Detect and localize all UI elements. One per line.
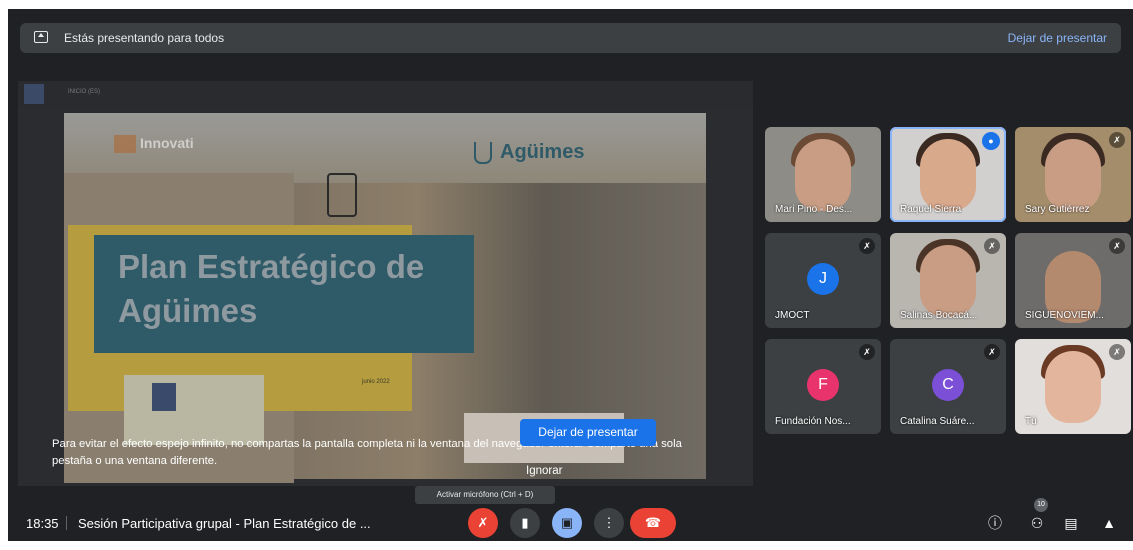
participant-tile[interactable]: ✗ J JMOCT	[765, 233, 881, 328]
mic-off-icon: ✗	[984, 344, 1000, 360]
street-lamp	[327, 173, 357, 217]
participant-name: SIGUENOVIEM...	[1025, 310, 1104, 321]
avatar: J	[807, 263, 839, 295]
mic-off-icon: ✗	[1109, 238, 1125, 254]
participant-tile[interactable]: ✗ Salinas Bocacá...	[890, 233, 1006, 328]
presenting-text: Estás presentando para todos	[64, 31, 225, 45]
participant-name: Catalina Suáre...	[900, 416, 975, 427]
participant-face	[1045, 139, 1101, 211]
ignore-button[interactable]: Ignorar	[526, 465, 562, 477]
participant-name: Salinas Bocacá...	[900, 310, 978, 321]
innovati-logo-text: Innovati	[140, 135, 194, 151]
participant-face	[1045, 351, 1101, 423]
more-options-button[interactable]: ⋮	[594, 508, 624, 538]
divider	[66, 516, 67, 530]
participant-face	[920, 139, 976, 211]
mic-off-icon: ✗	[1109, 344, 1125, 360]
slide-title-box: Plan Estratégico de Agüimes	[94, 235, 474, 353]
leave-call-button[interactable]: ☎	[630, 508, 676, 538]
shared-toolbar: INICIO (ES)	[18, 81, 753, 107]
participant-name: Fundación Nos...	[775, 416, 851, 427]
aguimes-logo-text: Agüimes	[500, 141, 585, 163]
people-count-badge: 10	[1034, 498, 1048, 512]
present-screen-icon	[34, 31, 48, 43]
speaking-icon: ●	[982, 132, 1000, 150]
participant-name: Sary Gutiérrez	[1025, 204, 1090, 215]
participant-tile[interactable]: ✗ Sary Gutiérrez	[1015, 127, 1131, 222]
slide-title: Plan Estratégico de Agüimes	[118, 245, 424, 333]
meet-window: Estás presentando para todos Dejar de pr…	[8, 9, 1133, 541]
participant-tile[interactable]: ✗ C Catalina Suáre...	[890, 339, 1006, 434]
present-button[interactable]: ▣	[552, 508, 582, 538]
participant-face	[920, 245, 976, 317]
mic-off-icon: ✗	[859, 238, 875, 254]
clock: 18:35	[26, 516, 59, 531]
avatar: F	[807, 369, 839, 401]
camera-button[interactable]: ▮	[510, 508, 540, 538]
participant-name: JMOCT	[775, 310, 810, 321]
mic-off-icon: ✗	[984, 238, 1000, 254]
stop-presenting-link[interactable]: Dejar de presentar	[1008, 31, 1107, 45]
roof-icon	[114, 135, 136, 154]
mic-tooltip: Activar micrófono (Ctrl + D)	[415, 486, 555, 504]
stop-presenting-button[interactable]: Dejar de presentar	[520, 419, 656, 446]
mic-off-icon: ✗	[859, 344, 875, 360]
coat-of-arms-icon	[152, 383, 176, 411]
people-icon[interactable]: ⚇	[1026, 513, 1048, 533]
mic-off-button[interactable]: ✗	[468, 508, 498, 538]
presenting-banner: Estás presentando para todos Dejar de pr…	[20, 23, 1121, 53]
mic-off-icon: ✗	[1109, 132, 1125, 148]
info-icon[interactable]: ⓘ	[984, 513, 1006, 533]
meeting-title: Sesión Participativa grupal - Plan Estra…	[78, 516, 371, 531]
chat-icon[interactable]: ▤	[1060, 513, 1082, 533]
participant-tile[interactable]: ● Raquel Sierra	[890, 127, 1006, 222]
participant-name: Tú	[1025, 416, 1037, 427]
shared-toolbar-title: INICIO (ES)	[68, 89, 101, 95]
participant-tile[interactable]: Mari Pino - Des...	[765, 127, 881, 222]
participant-face	[795, 139, 851, 211]
activities-icon[interactable]: ▲	[1098, 513, 1120, 533]
bottom-bar: 18:35 Sesión Participativa grupal - Plan…	[8, 498, 1133, 541]
participant-tile[interactable]: ✗ SIGUENOVIEM...	[1015, 233, 1131, 328]
slide-logo-card	[124, 375, 264, 445]
avatar: C	[932, 369, 964, 401]
participant-tile[interactable]: ✗ Tú	[1015, 339, 1131, 434]
aguimes-u-icon	[474, 141, 492, 164]
participant-tile[interactable]: ✗ F Fundación Nos...	[765, 339, 881, 434]
participant-name: Raquel Sierra	[900, 204, 962, 215]
slide-title-line2: Agüimes	[118, 292, 258, 329]
innovati-logo: Innovati	[114, 135, 194, 154]
participant-name: Mari Pino - Des...	[775, 204, 853, 215]
home-icon	[24, 84, 44, 104]
slide-title-line1: Plan Estratégico de	[118, 248, 425, 285]
slide-date: junio 2022	[362, 379, 390, 385]
aguimes-logo: Agüimes	[474, 141, 584, 164]
